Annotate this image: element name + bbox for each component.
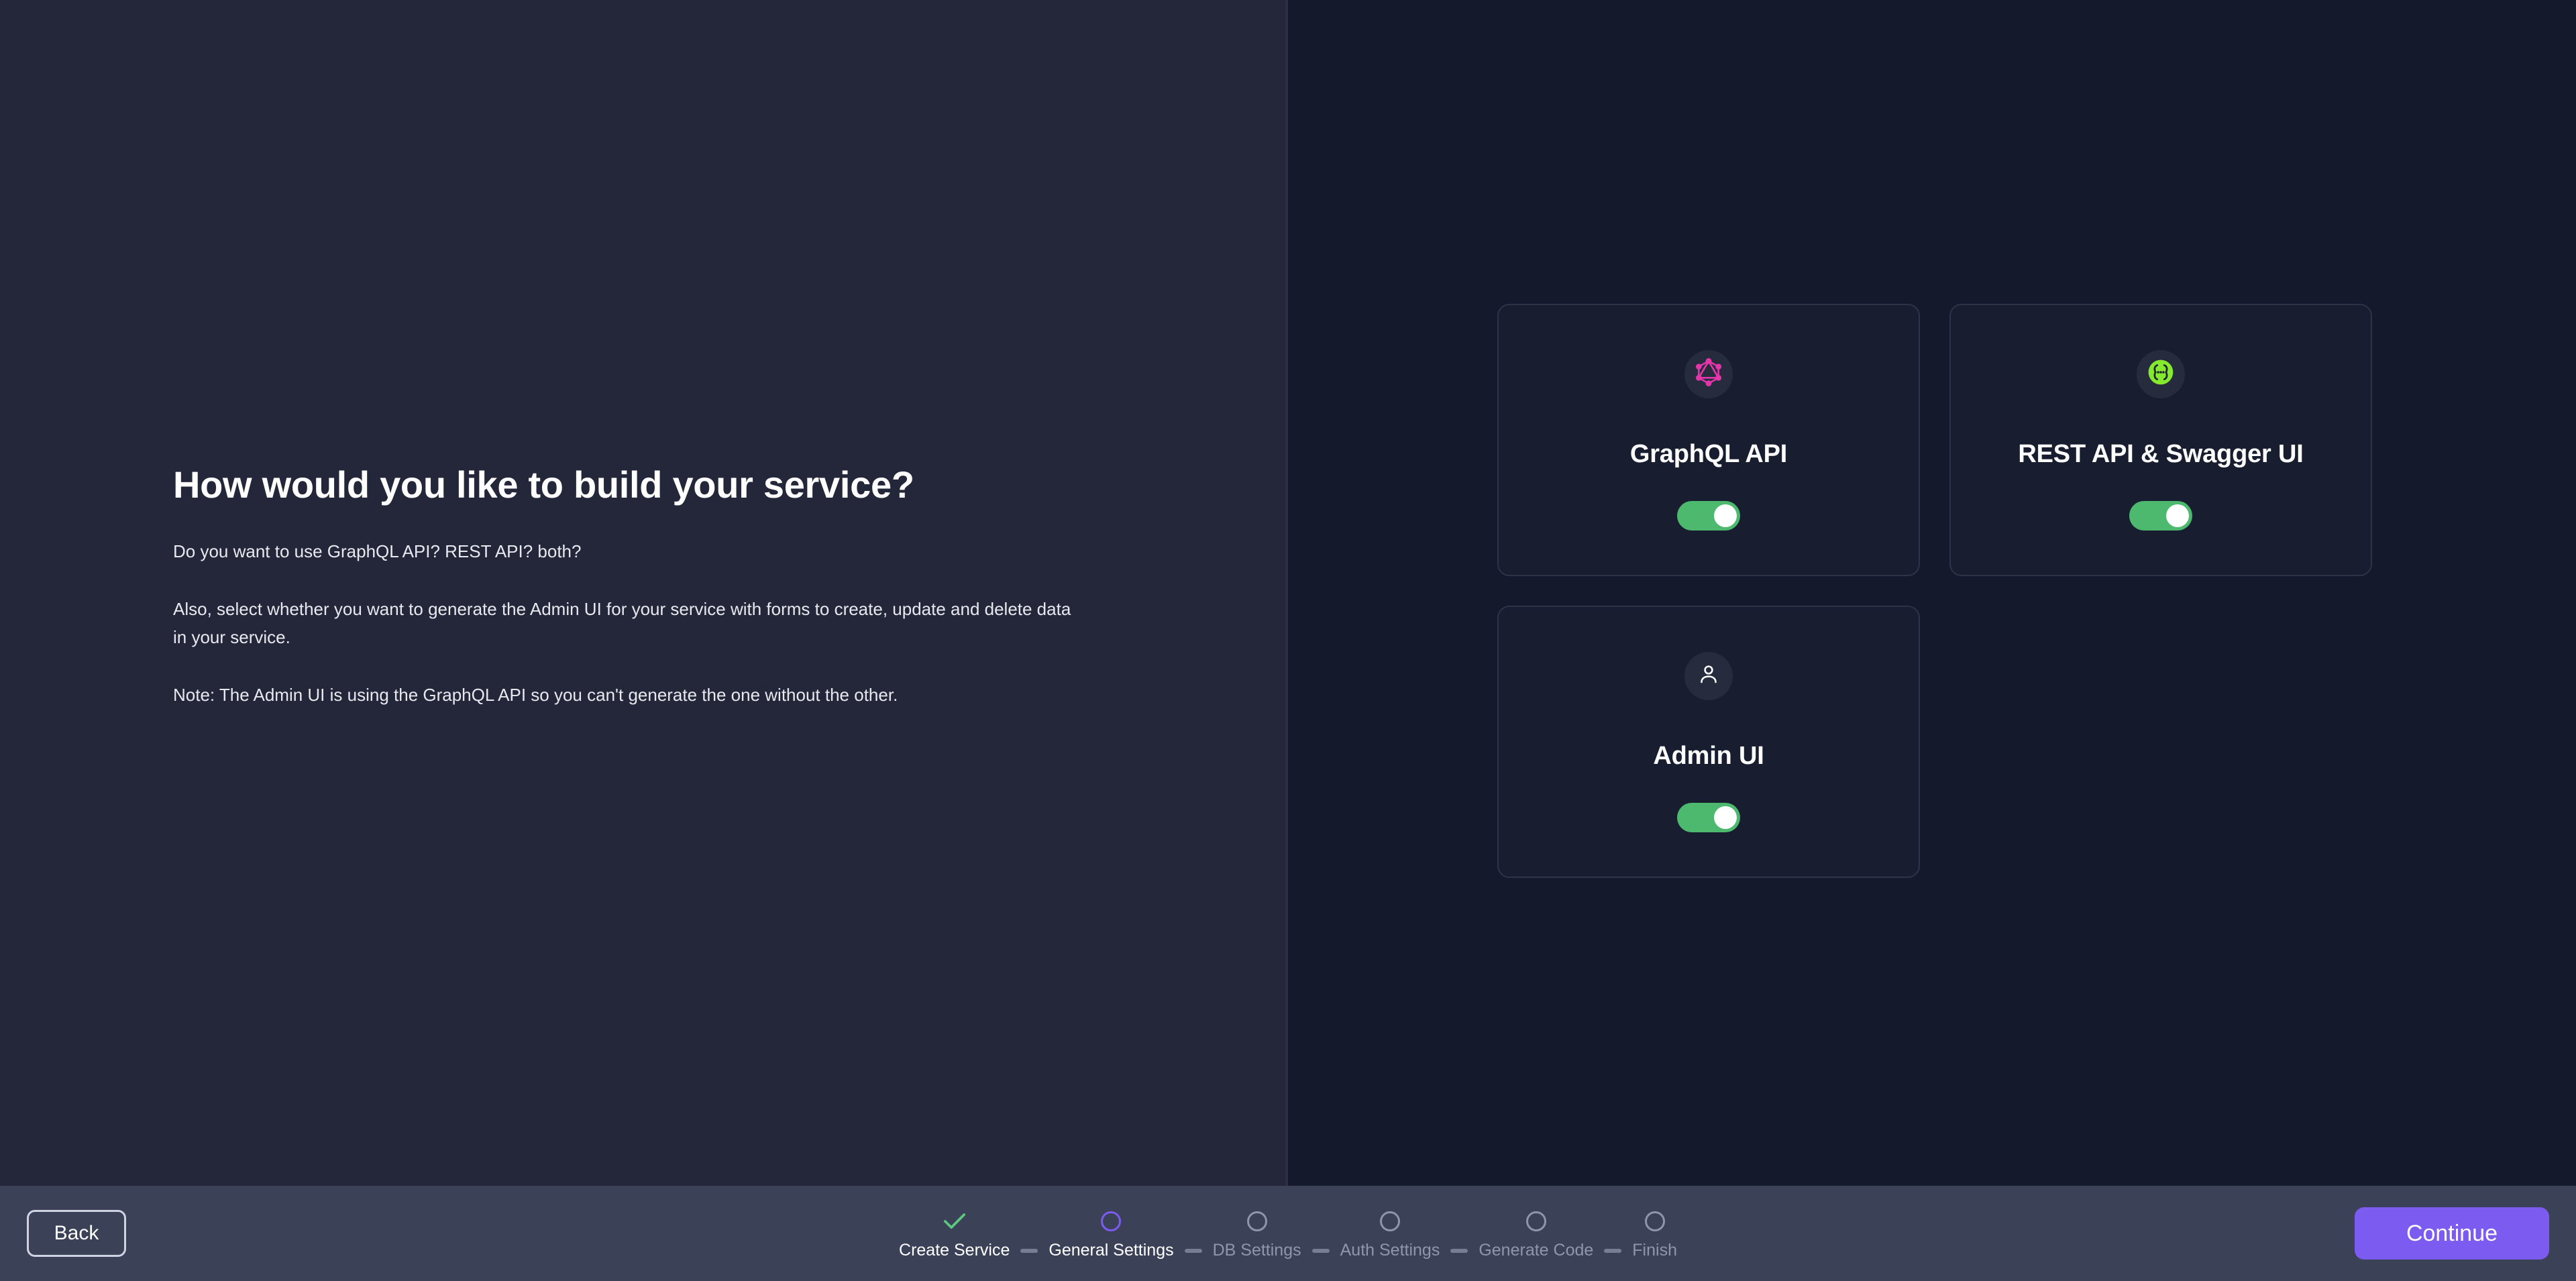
rest-api-toggle[interactable] — [2129, 500, 2192, 531]
stepper-item-generate-code[interactable]: Generate Code — [1469, 1207, 1603, 1260]
wizard-footer: Back Create Service General Settings DB … — [0, 1186, 2576, 1281]
admin-ui-toggle[interactable] — [1677, 802, 1740, 832]
step-separator — [1311, 1249, 1330, 1253]
step-marker — [1101, 1207, 1122, 1235]
step-label: Finish — [1632, 1240, 1677, 1260]
toggle-knob — [1714, 504, 1737, 527]
stepper-item-auth-settings[interactable]: Auth Settings — [1331, 1207, 1450, 1260]
continue-button[interactable]: Continue — [2355, 1207, 2549, 1260]
option-card-admin-ui[interactable]: Admin UI — [1497, 606, 1920, 878]
option-card-title: GraphQL API — [1629, 439, 1788, 468]
step-marker — [1379, 1207, 1400, 1235]
step-separator — [1450, 1249, 1468, 1253]
option-card-rest-swagger[interactable]: REST API & Swagger UI — [1949, 304, 2372, 576]
toggle-knob — [1714, 805, 1737, 829]
step-marker — [1246, 1207, 1267, 1235]
wizard-stepper: Create Service General Settings DB Setti… — [890, 1186, 1686, 1281]
option-card-title: REST API & Swagger UI — [2018, 439, 2304, 468]
page-title: How would you like to build your service… — [173, 463, 914, 506]
graphql-icon-badge — [1684, 349, 1733, 398]
graphql-icon — [1695, 358, 1722, 390]
step-separator — [1020, 1249, 1038, 1253]
step-circle-icon — [1101, 1211, 1122, 1231]
user-icon — [1697, 662, 1721, 689]
step-label: Auth Settings — [1340, 1240, 1440, 1260]
description-copy: How would you like to build your service… — [0, 463, 1166, 710]
description-pane: How would you like to build your service… — [0, 0, 1288, 1186]
step-label: DB Settings — [1212, 1240, 1301, 1260]
step-separator — [1604, 1249, 1622, 1253]
swagger-icon-badge — [2137, 349, 2185, 398]
description-paragraph-3: Note: The Admin UI is using the GraphQL … — [173, 685, 898, 706]
stepper-item-create-service[interactable]: Create Service — [890, 1207, 1019, 1260]
step-marker — [1525, 1207, 1546, 1235]
service-builder-wizard: How would you like to build your service… — [0, 0, 2576, 1281]
description-paragraph-1: Do you want to use GraphQL API? REST API… — [173, 541, 582, 561]
step-circle-icon — [1644, 1211, 1665, 1231]
option-card-graphql[interactable]: GraphQL API — [1497, 304, 1920, 576]
stepper-item-general-settings[interactable]: General Settings — [1039, 1207, 1183, 1260]
back-button[interactable]: Back — [27, 1210, 126, 1257]
step-marker — [1644, 1207, 1665, 1235]
step-marker — [943, 1207, 966, 1235]
step-label: General Settings — [1049, 1240, 1174, 1260]
toggle-knob — [2166, 504, 2189, 527]
step-circle-icon — [1246, 1211, 1267, 1231]
step-separator — [1184, 1249, 1202, 1253]
options-pane: GraphQL API REST API & Swagger UI Admin … — [1288, 0, 2576, 1186]
option-card-title: Admin UI — [1653, 741, 1764, 770]
swagger-icon — [2147, 358, 2175, 390]
step-label: Generate Code — [1479, 1240, 1594, 1260]
stepper-item-db-settings[interactable]: DB Settings — [1203, 1207, 1311, 1260]
user-icon-badge — [1684, 651, 1733, 700]
stepper-item-finish[interactable]: Finish — [1623, 1207, 1686, 1260]
description-paragraph-2: Also, select whether you want to generat… — [173, 599, 1071, 648]
wizard-body: How would you like to build your service… — [0, 0, 2576, 1186]
option-cards-grid: GraphQL API REST API & Swagger UI Admin … — [1497, 304, 2372, 878]
step-label: Create Service — [899, 1240, 1010, 1260]
graphql-api-toggle[interactable] — [1677, 500, 1740, 531]
check-icon — [943, 1213, 965, 1229]
step-circle-icon — [1525, 1211, 1546, 1231]
step-circle-icon — [1379, 1211, 1400, 1231]
